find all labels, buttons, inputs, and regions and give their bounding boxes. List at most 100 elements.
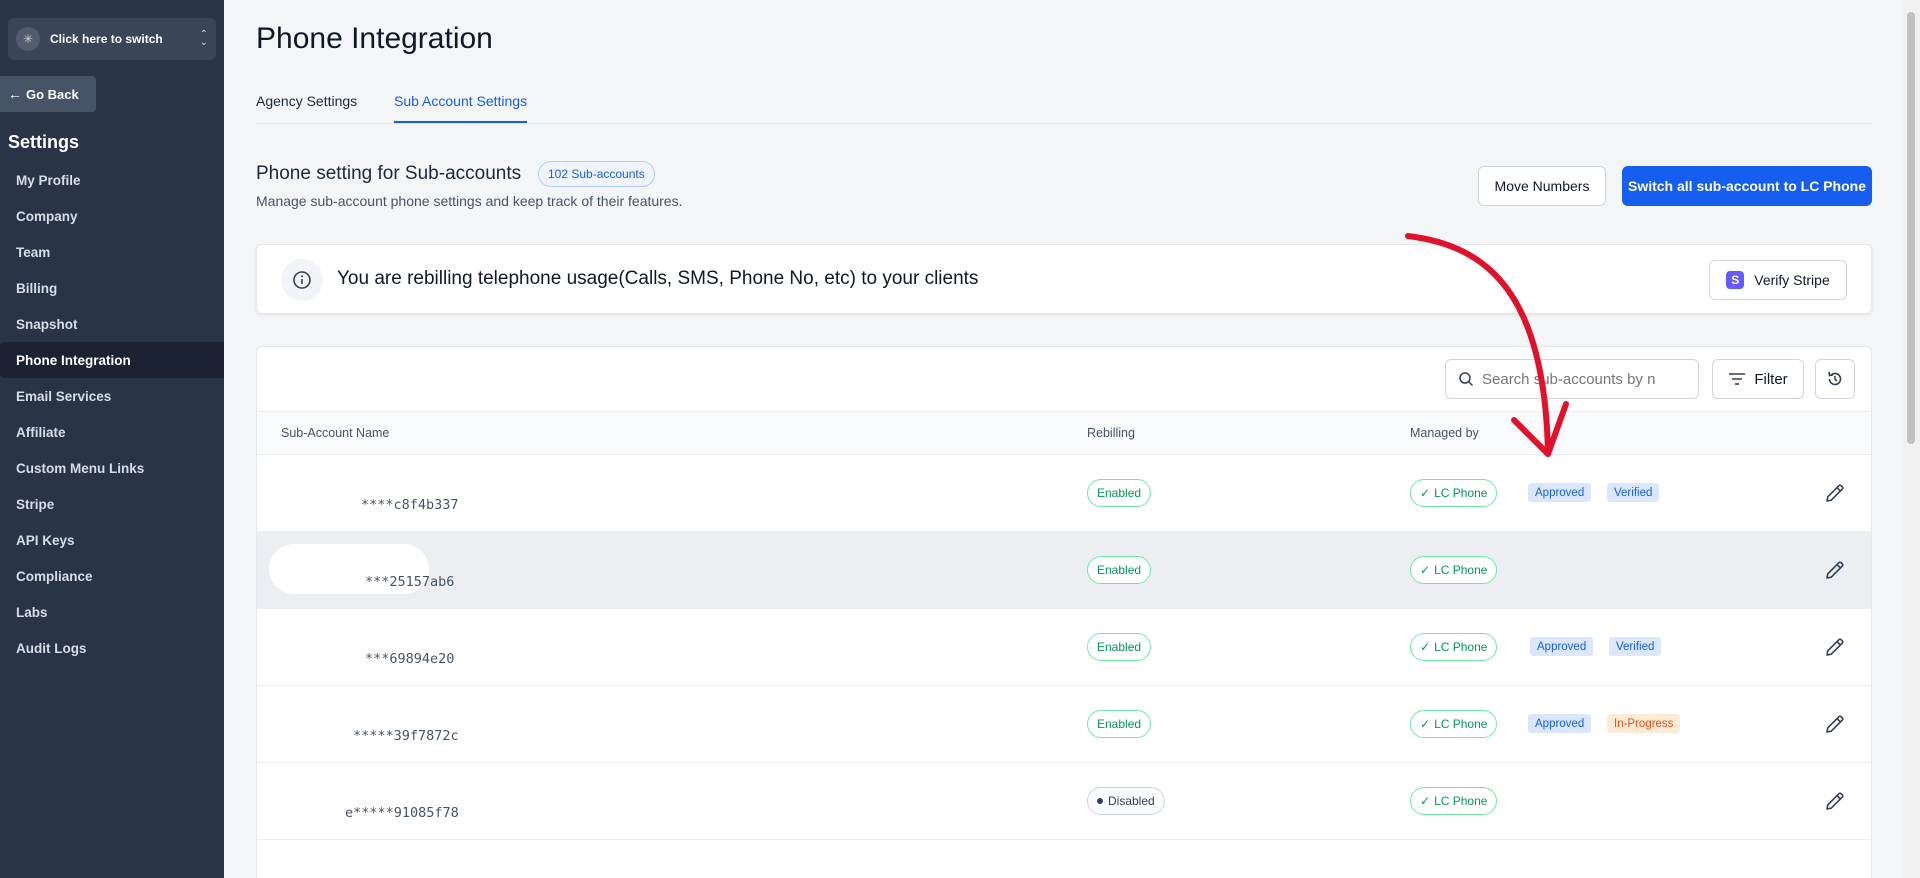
page-title: Phone Integration [256, 22, 493, 55]
sidebar-item-labs[interactable]: Labs [0, 594, 224, 630]
account-id: ***69894e20 [365, 651, 455, 667]
tab-sub-account-settings[interactable]: Sub Account Settings [394, 93, 528, 123]
table-body: ****c8f4b337 Enabled ✓ LC Phone Approved … [257, 455, 1871, 878]
sidebar-item-snapshot[interactable]: Snapshot [0, 306, 224, 342]
refresh-button[interactable] [1815, 359, 1855, 399]
page-scrollbar[interactable] [1902, 0, 1920, 878]
stripe-logo-icon: S [1726, 271, 1745, 289]
go-back-button[interactable]: ← Go Back [0, 76, 96, 112]
status-dot-icon [1097, 798, 1103, 804]
search-icon [1459, 372, 1474, 387]
sidebar: ✳ Click here to switch ⌃ ⌄ ← Go Back Sett… [0, 0, 224, 878]
sidebar-item-phone-integration[interactable]: Phone Integration [0, 342, 224, 378]
table-row[interactable]: ***69894e20 Enabled ✓ LC Phone Approved V… [257, 609, 1871, 686]
approved-tag: Approved [1528, 483, 1592, 502]
rebilling-status-badge: Enabled [1087, 710, 1152, 738]
edit-icon[interactable] [1823, 789, 1847, 813]
table-row[interactable] [257, 840, 1871, 878]
filter-icon [1729, 373, 1746, 385]
main-content: Phone Integration Agency Settings Sub Ac… [256, 0, 1872, 878]
arrow-left-icon: ← [8, 86, 22, 102]
table-row[interactable]: ****c8f4b337 Enabled ✓ LC Phone Approved … [257, 455, 1871, 532]
refresh-icon [1828, 371, 1842, 386]
table-row[interactable]: ***25157ab6 Enabled ✓ LC Phone [257, 532, 1871, 609]
sidebar-item-company[interactable]: Company [0, 198, 224, 234]
edit-icon[interactable] [1823, 558, 1847, 582]
in-progress-tag: In-Progress [1607, 714, 1681, 733]
section-subtitle: Manage sub-account phone settings and ke… [256, 193, 683, 209]
table-row[interactable]: *****39f7872c Enabled ✓ LC Phone Approved… [257, 686, 1871, 763]
sidebar-item-audit-logs[interactable]: Audit Logs [0, 630, 224, 666]
verify-stripe-button[interactable]: S Verify Stripe [1709, 260, 1847, 300]
sidebar-item-my-profile[interactable]: My Profile [0, 162, 224, 198]
verify-stripe-label: Verify Stripe [1754, 272, 1830, 288]
managed-by-badge: ✓ LC Phone [1410, 633, 1498, 661]
edit-icon[interactable] [1823, 635, 1847, 659]
move-numbers-button[interactable]: Move Numbers [1478, 166, 1606, 206]
check-icon: ✓ [1420, 563, 1431, 577]
tab-agency-settings[interactable]: Agency Settings [256, 93, 357, 121]
rebilling-status-label: Disabled [1108, 794, 1155, 808]
account-id: *****39f7872c [353, 728, 459, 744]
table-header: Sub-Account Name Rebilling Managed by [257, 411, 1871, 455]
search-input[interactable] [1482, 370, 1682, 388]
rebilling-status-badge: Disabled [1087, 787, 1165, 815]
header-managed-by: Managed by [1410, 426, 1479, 440]
header-rebilling: Rebilling [1087, 426, 1135, 440]
verified-tag: Verified [1609, 637, 1662, 656]
rebilling-info-card: You are rebilling telephone usage(Calls,… [256, 244, 1872, 314]
settings-tabs: Agency Settings Sub Account Settings [256, 88, 1872, 124]
rebilling-status-badge: Enabled [1087, 633, 1152, 661]
account-id: ****c8f4b337 [361, 497, 459, 513]
verified-tag: Verified [1607, 483, 1660, 502]
rebilling-status-badge: Enabled [1087, 479, 1152, 507]
sidebar-item-team[interactable]: Team [0, 234, 224, 270]
edit-icon[interactable] [1823, 481, 1847, 505]
managed-by-label: LC Phone [1434, 717, 1488, 731]
filter-button[interactable]: Filter [1712, 359, 1804, 399]
managed-by-badge: ✓ LC Phone [1410, 556, 1498, 584]
approved-tag: Approved [1530, 637, 1594, 656]
section-title: Phone setting for Sub-accounts [256, 163, 522, 184]
filter-label: Filter [1754, 370, 1788, 388]
managed-by-label: LC Phone [1434, 563, 1488, 577]
managed-by-badge: ✓ LC Phone [1410, 479, 1498, 507]
managed-by-label: LC Phone [1434, 640, 1488, 654]
managed-by-badge: ✓ LC Phone [1410, 710, 1498, 738]
sidebar-item-billing[interactable]: Billing [0, 270, 224, 306]
managed-by-label: LC Phone [1434, 794, 1488, 808]
sub-accounts-table: Filter Sub-Account Name Rebilling Manage… [256, 346, 1872, 878]
info-icon [281, 259, 323, 301]
sub-account-count-badge: 102 Sub-accounts [538, 161, 655, 187]
managed-by-badge: ✓ LC Phone [1410, 787, 1498, 815]
account-id: ***25157ab6 [365, 574, 455, 590]
chevron-up-down-icon: ⌃ ⌄ [199, 29, 208, 48]
sidebar-title: Settings [8, 132, 80, 152]
sidebar-item-api-keys[interactable]: API Keys [0, 522, 224, 558]
switch-all-lc-phone-button[interactable]: Switch all sub-account to LC Phone [1622, 166, 1872, 206]
check-icon: ✓ [1420, 486, 1431, 500]
rebilling-status-badge: Enabled [1087, 556, 1152, 584]
switcher-label: Click here to switch [50, 32, 163, 46]
scrollbar-thumb[interactable] [1907, 12, 1915, 444]
account-switcher[interactable]: ✳ Click here to switch ⌃ ⌄ [8, 18, 216, 60]
check-icon: ✓ [1420, 794, 1431, 808]
sidebar-item-email-services[interactable]: Email Services [0, 378, 224, 414]
search-box[interactable] [1445, 359, 1699, 399]
header-sub-account-name: Sub-Account Name [281, 426, 390, 440]
table-row[interactable]: e*****91085f78 Disabled ✓ LC Phone [257, 763, 1871, 840]
check-icon: ✓ [1420, 717, 1431, 731]
rebilling-info-text: You are rebilling telephone usage(Calls,… [337, 268, 979, 289]
account-id: e*****91085f78 [345, 805, 459, 821]
account-logo-icon: ✳ [16, 27, 40, 51]
edit-icon[interactable] [1823, 712, 1847, 736]
sidebar-item-stripe[interactable]: Stripe [0, 486, 224, 522]
check-icon: ✓ [1420, 640, 1431, 654]
sidebar-item-affiliate[interactable]: Affiliate [0, 414, 224, 450]
managed-by-label: LC Phone [1434, 486, 1488, 500]
sidebar-nav: My Profile Company Team Billing Snapshot… [0, 162, 224, 666]
approved-tag: Approved [1528, 714, 1592, 733]
sidebar-item-custom-menu-links[interactable]: Custom Menu Links [0, 450, 224, 486]
sidebar-item-compliance[interactable]: Compliance [0, 558, 224, 594]
go-back-label: Go Back [26, 86, 79, 102]
